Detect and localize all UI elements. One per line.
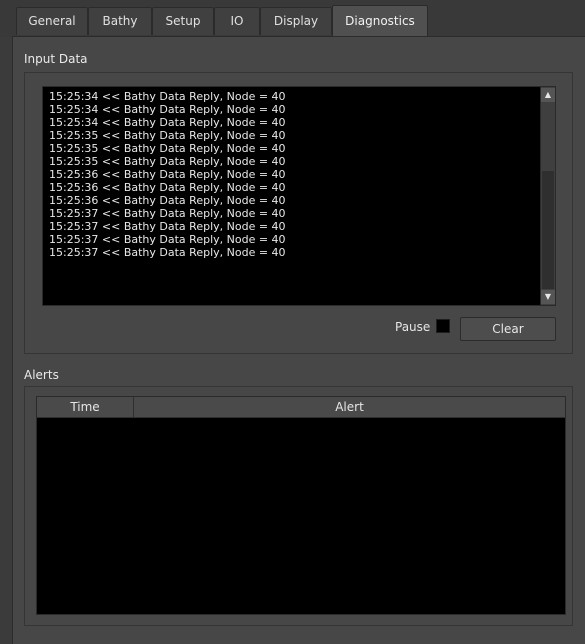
clear-button[interactable]: Clear — [460, 317, 556, 341]
log-line: 15:25:34 << Bathy Data Reply, Node = 40 — [49, 103, 286, 116]
log-line: 15:25:34 << Bathy Data Reply, Node = 40 — [49, 90, 286, 103]
log-line: 15:25:36 << Bathy Data Reply, Node = 40 — [49, 194, 286, 207]
alerts-title: Alerts — [24, 368, 59, 382]
log-line: 15:25:36 << Bathy Data Reply, Node = 40 — [49, 168, 286, 181]
tab-setup[interactable]: Setup — [152, 7, 214, 35]
log-scrollbar[interactable]: ▲ ▼ — [540, 86, 556, 306]
column-header-time[interactable]: Time — [37, 397, 134, 418]
tab-diagnostics[interactable]: Diagnostics — [332, 5, 428, 37]
log-line: 15:25:35 << Bathy Data Reply, Node = 40 — [49, 155, 286, 168]
arrow-down-icon[interactable]: ▼ — [541, 290, 555, 304]
tab-general[interactable]: General — [16, 7, 88, 35]
arrow-up-icon[interactable]: ▲ — [541, 88, 555, 102]
column-header-alert[interactable]: Alert — [134, 397, 565, 418]
log-line: 15:25:37 << Bathy Data Reply, Node = 40 — [49, 246, 286, 259]
alerts-table[interactable]: Time Alert — [36, 396, 566, 615]
log-line: 15:25:35 << Bathy Data Reply, Node = 40 — [49, 142, 286, 155]
pause-checkbox[interactable] — [436, 319, 450, 333]
tab-bathy[interactable]: Bathy — [88, 7, 152, 35]
log-line: 15:25:36 << Bathy Data Reply, Node = 40 — [49, 181, 286, 194]
log-line: 15:25:34 << Bathy Data Reply, Node = 40 — [49, 116, 286, 129]
input-data-log[interactable]: 15:25:34 << Bathy Data Reply, Node = 40 … — [42, 86, 542, 306]
scrollbar-thumb[interactable] — [542, 171, 554, 289]
log-line: 15:25:37 << Bathy Data Reply, Node = 40 — [49, 233, 286, 246]
log-line: 15:25:37 << Bathy Data Reply, Node = 40 — [49, 207, 286, 220]
pause-label: Pause — [395, 320, 431, 334]
tab-io[interactable]: IO — [214, 7, 260, 35]
log-line: 15:25:37 << Bathy Data Reply, Node = 40 — [49, 220, 286, 233]
log-line: 15:25:35 << Bathy Data Reply, Node = 40 — [49, 129, 286, 142]
input-data-title: Input Data — [24, 52, 88, 66]
tab-display[interactable]: Display — [260, 7, 332, 35]
tab-bar: General Bathy Setup IO Display Diagnosti… — [0, 0, 585, 37]
